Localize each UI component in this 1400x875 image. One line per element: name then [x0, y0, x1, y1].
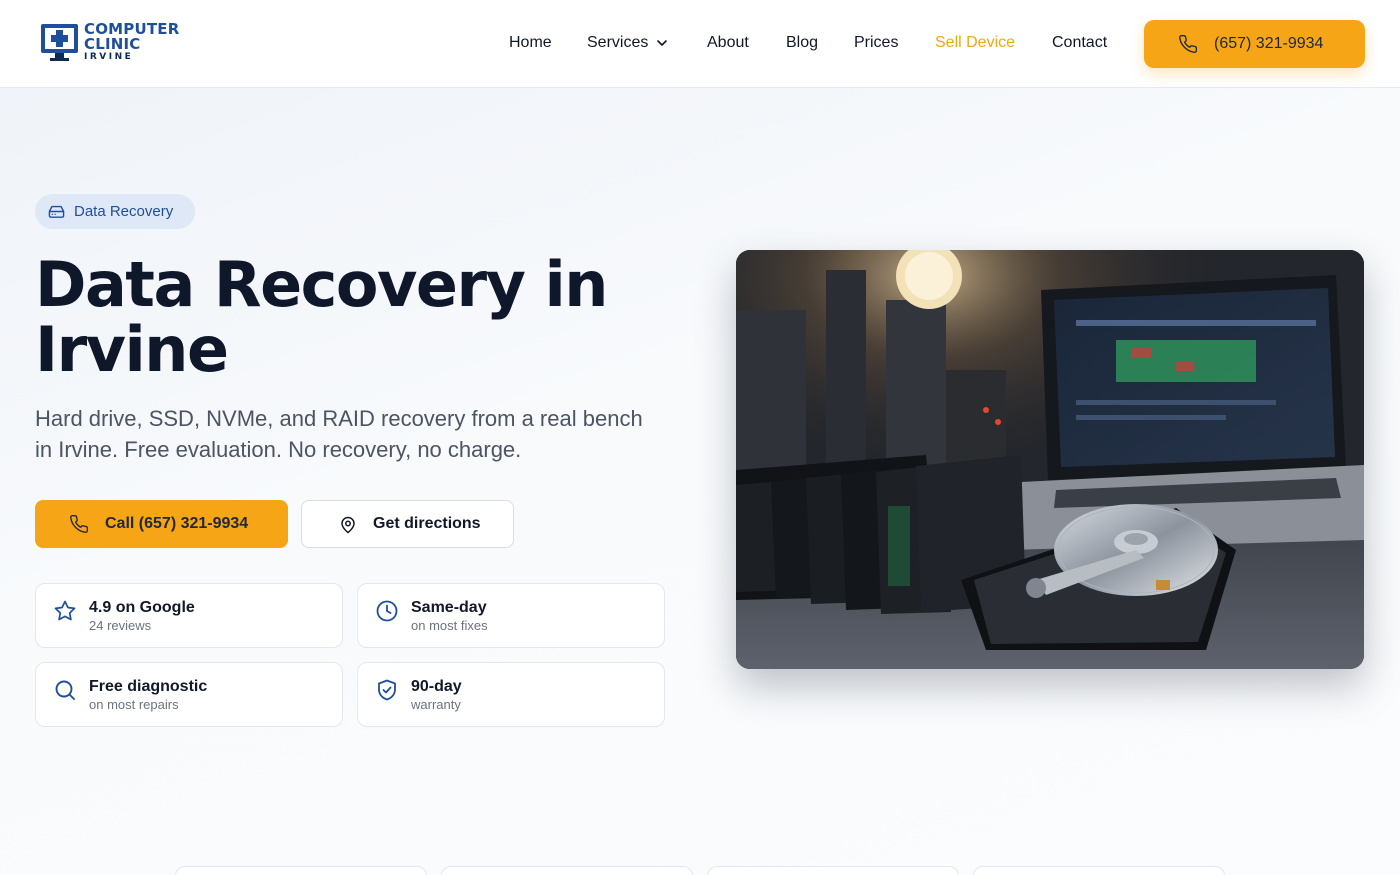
nav-sell-device[interactable]: Sell Device: [935, 34, 1015, 52]
category-badge-label: Data Recovery: [74, 203, 174, 220]
clock-icon: [376, 600, 398, 622]
feature-card-diagnostic: Free diagnostic on most repairs: [35, 662, 343, 727]
directions-button[interactable]: Get directions: [301, 500, 514, 548]
header-call-label: (657) 321-9934: [1214, 35, 1324, 52]
feature-card-same-day: Same-day on most fixes: [357, 583, 665, 648]
monitor-cross-icon: [40, 22, 80, 62]
service-card[interactable]: [973, 866, 1225, 875]
brand-city: IRVINE: [84, 52, 134, 62]
hero-subtitle: Hard drive, SSD, NVMe, and RAID recovery…: [35, 406, 643, 462]
feature-subtitle: on most repairs: [89, 697, 179, 712]
feature-title: Same-day: [411, 599, 487, 616]
brand-name-line2: CLINIC: [84, 35, 141, 53]
nav-prices[interactable]: Prices: [854, 34, 898, 52]
map-pin-icon: [341, 516, 355, 534]
hard-drive-icon: [48, 205, 65, 218]
directions-button-label: Get directions: [373, 515, 481, 532]
nav-contact[interactable]: Contact: [1052, 34, 1107, 52]
feature-title: Free diagnostic: [89, 678, 208, 695]
feature-card-warranty: 90-day warranty: [357, 662, 665, 727]
phone-icon: [70, 514, 89, 533]
nav-blog[interactable]: Blog: [786, 34, 818, 52]
nav-home[interactable]: Home: [509, 34, 552, 52]
feature-subtitle: warranty: [411, 697, 461, 712]
header-call-button[interactable]: (657) 321-9934: [1144, 20, 1365, 68]
feature-subtitle: on most fixes: [411, 618, 488, 633]
chevron-down-icon: [657, 40, 668, 46]
service-card[interactable]: [441, 866, 693, 875]
brand-logo[interactable]: COMPUTER CLINIC IRVINE: [40, 22, 180, 62]
service-card[interactable]: [707, 866, 959, 875]
shield-check-icon: [378, 679, 396, 701]
feature-card-rating: 4.9 on Google 24 reviews: [35, 583, 343, 648]
category-badge: Data Recovery: [35, 194, 195, 229]
nav-services[interactable]: Services: [587, 34, 668, 52]
feature-title: 4.9 on Google: [89, 599, 195, 616]
phone-icon: [1179, 34, 1198, 53]
hero-photo-hard-drives: [736, 250, 1364, 669]
nav-about[interactable]: About: [707, 34, 749, 52]
site-header: COMPUTER CLINIC IRVINE Home Services Abo…: [0, 0, 1400, 88]
call-button[interactable]: Call (657) 321-9934: [35, 500, 288, 548]
page-title: Data Recovery in Irvine: [35, 248, 608, 386]
feature-subtitle: 24 reviews: [89, 618, 152, 633]
feature-title: 90-day: [411, 678, 462, 695]
service-card[interactable]: [175, 866, 427, 875]
nav-services-label: Services: [587, 34, 649, 51]
star-icon: [54, 600, 76, 621]
search-icon: [55, 680, 75, 700]
call-button-label: Call (657) 321-9934: [105, 515, 249, 532]
